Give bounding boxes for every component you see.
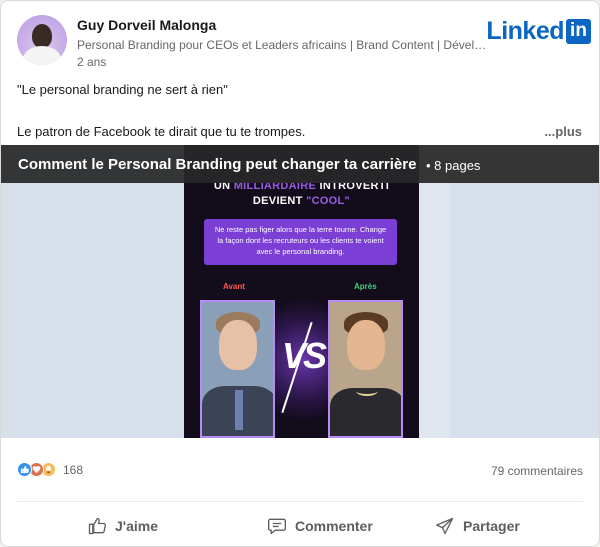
author-avatar[interactable]	[17, 15, 67, 65]
after-photo	[328, 300, 403, 438]
reactions-count: 168	[63, 462, 84, 477]
like-reaction-icon	[17, 462, 32, 477]
slide-slogan-line2: DEVIENT "COOL"	[184, 195, 419, 207]
document-page[interactable]: UN MILLIARDAIRE INTROVERTI DEVIENT "COOL…	[184, 145, 419, 438]
avatar-face	[32, 24, 52, 48]
before-label: Avant	[223, 282, 245, 291]
document-title-bar: Comment le Personal Branding peut change…	[1, 145, 599, 183]
after-photo-face	[347, 320, 385, 370]
carousel-left-area	[1, 145, 184, 438]
author-headline: Personal Branding pour CEOs et Leaders a…	[77, 38, 487, 52]
after-label: Après	[354, 282, 377, 291]
share-button-label: Partager	[463, 518, 520, 534]
document-title: Comment le Personal Branding peut change…	[18, 156, 417, 173]
slide-slogan-highlight: "COOL"	[306, 195, 351, 207]
like-button[interactable]: J'aime	[87, 511, 158, 541]
slide-slogan-part: DEVIENT	[252, 195, 307, 207]
carousel-right-area	[450, 183, 599, 438]
like-button-label: J'aime	[115, 518, 159, 534]
reactions-summary[interactable]: 168	[17, 462, 83, 477]
comment-button[interactable]: Commenter	[267, 511, 373, 541]
post-age: 2 ans	[77, 55, 107, 69]
slide-message: Ne reste pas figer alors que la terre to…	[204, 219, 397, 265]
share-button[interactable]: Partager	[435, 511, 520, 541]
see-more-link[interactable]: ...plus	[544, 124, 582, 139]
post-card: Guy Dorveil Malonga Personal Branding po…	[0, 0, 600, 547]
linkedin-logo: Linked in	[486, 16, 591, 45]
action-bar: J'aime Commenter Partager	[1, 507, 599, 545]
document-carousel[interactable]: UN MILLIARDAIRE INTROVERTI DEVIENT "COOL…	[1, 145, 599, 438]
comment-button-label: Commenter	[295, 518, 373, 534]
avatar-shirt	[23, 46, 61, 65]
author-name[interactable]: Guy Dorveil Malonga	[77, 17, 216, 33]
post-text-line1: "Le personal branding ne sert à rien"	[17, 82, 228, 97]
linkedin-logo-text: Linked	[486, 16, 564, 45]
carousel-next-peek	[419, 183, 450, 438]
post-text-line2: Le patron de Facebook te dirait que tu t…	[17, 124, 306, 139]
vs-text: VS	[282, 335, 327, 376]
before-photo	[200, 300, 275, 438]
actions-divider	[17, 501, 583, 502]
before-photo-tie	[235, 390, 243, 430]
after-photo-chain	[356, 386, 378, 396]
comment-icon	[268, 518, 286, 535]
social-counts: 168 79 commentaires	[17, 462, 583, 482]
thumbs-up-icon	[88, 517, 106, 535]
document-page-count: • 8 pages	[426, 158, 481, 173]
comments-count[interactable]: 79 commentaires	[491, 464, 583, 478]
before-photo-face	[219, 320, 257, 370]
linkedin-logo-in: in	[566, 18, 591, 44]
send-icon	[436, 517, 454, 535]
